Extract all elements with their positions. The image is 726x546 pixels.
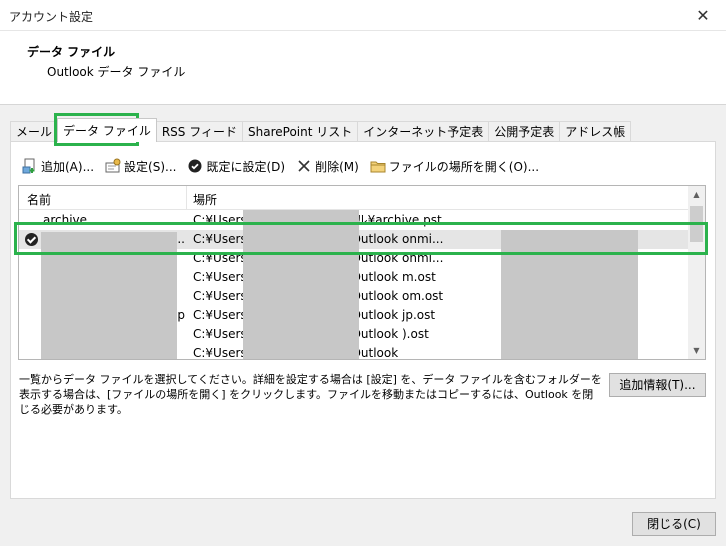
tab-data-files[interactable]: データ ファイル	[57, 118, 157, 142]
add-button[interactable]: 追加(A)...	[22, 158, 94, 175]
close-button[interactable]: 閉じる(C)	[632, 512, 716, 536]
open-file-location-button[interactable]: ファイルの場所を開く(O)...	[370, 158, 539, 175]
tab-internet-calendars[interactable]: インターネット予定表	[357, 121, 490, 141]
set-default-button[interactable]: 既定に設定(D)	[187, 158, 285, 175]
delete-button[interactable]: 削除(M)	[296, 158, 359, 175]
help-description: 一覧からデータ ファイルを選択してください。詳細を設定する場合は [設定] を、…	[19, 373, 602, 416]
data-file-list[interactable]: 名前 場所 archive C:¥Users ts¥Outlook ファイル¥a…	[18, 185, 706, 360]
page-title: データ ファイル	[27, 45, 116, 59]
redaction-block	[41, 232, 177, 359]
add-button-label: 追加(A)...	[41, 159, 95, 174]
tab-rss-feeds[interactable]: RSS フィード	[155, 121, 243, 141]
title-bar: アカウント設定 ✕	[0, 0, 726, 31]
window-title: アカウント設定	[9, 10, 94, 24]
redaction-block	[501, 230, 638, 359]
toolbar: 追加(A)... 設定(S)... 既定に設定(D) 削除(M) ファイルの場所…	[22, 155, 550, 177]
tab-mail[interactable]: メール	[10, 121, 59, 141]
open-file-location-label: ファイルの場所を開く(O)...	[388, 159, 540, 174]
column-divider[interactable]	[186, 186, 187, 210]
file-name: archive	[43, 213, 88, 227]
settings-button[interactable]: 設定(S)...	[105, 158, 176, 175]
close-icon[interactable]: ✕	[680, 0, 726, 31]
page-subtitle: Outlook データ ファイル	[47, 65, 186, 79]
settings-icon	[105, 158, 121, 174]
tab-strip: メール データ ファイル RSS フィード SharePoint リスト インタ…	[10, 118, 632, 142]
settings-button-label: 設定(S)...	[124, 159, 177, 174]
tab-address-books[interactable]: アドレス帳	[559, 121, 632, 141]
tab-sharepoint-lists[interactable]: SharePoint リスト	[242, 121, 359, 141]
list-header: 名前 場所	[19, 186, 689, 210]
redaction-block	[243, 210, 359, 359]
folder-icon	[370, 158, 386, 174]
scroll-down-arrow-icon[interactable]: ▼	[688, 342, 705, 359]
more-info-button[interactable]: 追加情報(T)...	[609, 373, 706, 397]
add-file-icon	[22, 158, 38, 174]
vertical-scrollbar[interactable]: ▲ ▼	[688, 186, 705, 359]
column-header-name[interactable]: 名前	[27, 191, 51, 208]
tab-published-calendars[interactable]: 公開予定表	[488, 121, 561, 141]
scrollbar-thumb[interactable]	[690, 206, 703, 242]
default-check-icon	[25, 233, 38, 246]
column-header-location[interactable]: 場所	[193, 191, 217, 208]
delete-button-label: 削除(M)	[315, 159, 359, 174]
page-header: データ ファイル Outlook データ ファイル	[0, 31, 726, 105]
scroll-up-arrow-icon[interactable]: ▲	[688, 186, 705, 203]
delete-x-icon	[296, 158, 312, 174]
checkmark-circle-icon	[187, 158, 203, 174]
set-default-button-label: 既定に設定(D)	[206, 159, 286, 174]
